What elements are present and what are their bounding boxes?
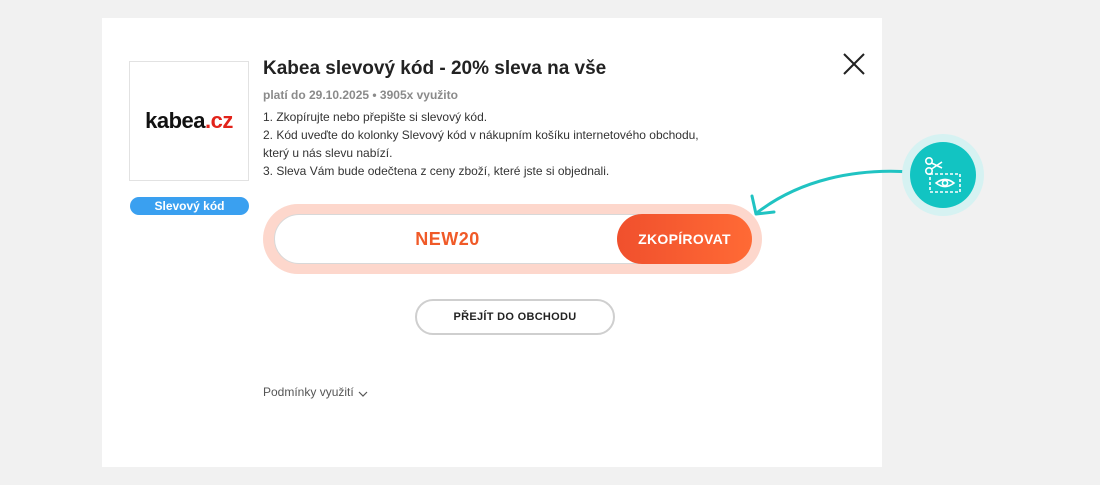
instruction-step-3: 3. Sleva Vám bude odečtena z ceny zboží,… xyxy=(263,164,610,178)
close-icon xyxy=(843,53,865,75)
curved-arrow-icon xyxy=(750,169,914,216)
logo-tld-text: .cz xyxy=(205,108,233,133)
terms-label: Podmínky využití xyxy=(263,385,354,399)
shop-logo-text: kabea.cz xyxy=(145,108,233,134)
logo-main-text: kabea xyxy=(145,108,206,133)
coupon-code-field[interactable]: NEW20 ZKOPÍROVAT xyxy=(274,214,752,264)
coupon-reveal-fab[interactable] xyxy=(910,142,976,208)
instruction-step-1: 1. Zkopírujte nebo přepište si slevový k… xyxy=(263,110,488,124)
shop-logo[interactable]: kabea.cz xyxy=(129,61,249,181)
close-button[interactable] xyxy=(840,50,868,78)
coupon-code-value[interactable]: NEW20 xyxy=(275,215,620,263)
chevron-down-icon xyxy=(358,386,368,400)
coupon-modal: kabea.cz Slevový kód Kabea slevový kód -… xyxy=(102,18,882,467)
terms-toggle[interactable]: Podmínky využití xyxy=(263,385,368,400)
coupon-code-box: NEW20 ZKOPÍROVAT xyxy=(263,204,762,274)
coupon-instructions: 1. Zkopírujte nebo přepište si slevový k… xyxy=(263,108,703,180)
coupon-title: Kabea slevový kód - 20% sleva na vše xyxy=(263,58,607,79)
coupon-scissors-eye-icon xyxy=(925,157,961,193)
coupon-meta: platí do 29.10.2025 • 3905x využito xyxy=(263,88,458,102)
instruction-step-2: 2. Kód uveďte do kolonky Slevový kód v n… xyxy=(263,128,699,160)
coupon-type-badge: Slevový kód xyxy=(130,197,249,215)
go-to-shop-button[interactable]: PŘEJÍT DO OBCHODU xyxy=(415,299,615,335)
copy-code-button[interactable]: ZKOPÍROVAT xyxy=(617,214,752,264)
